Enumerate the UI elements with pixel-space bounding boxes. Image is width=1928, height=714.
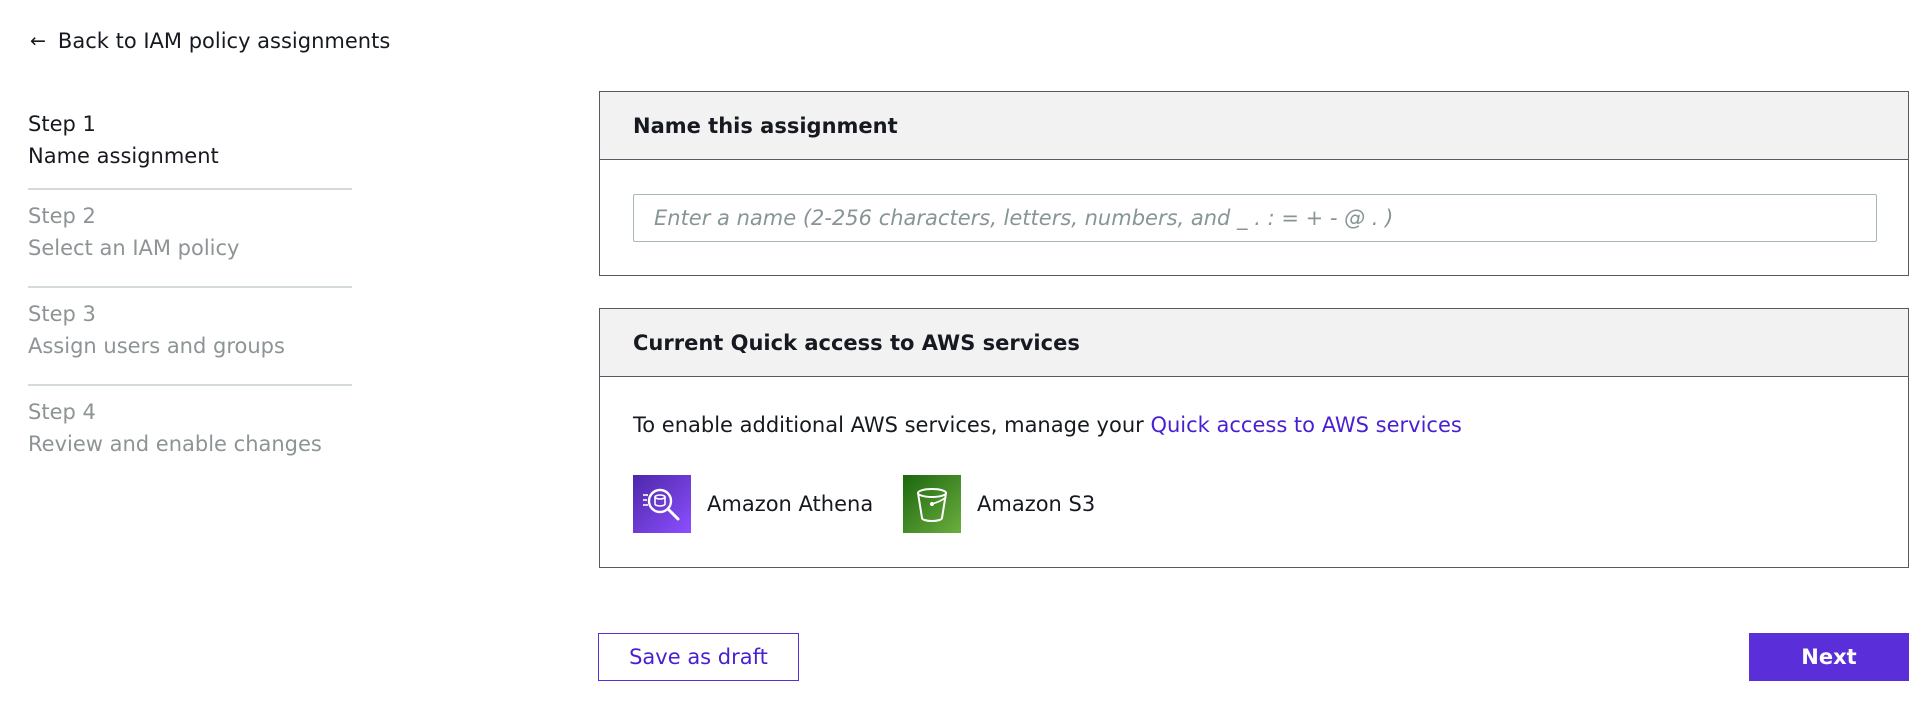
back-link-label: Back to IAM policy assignments xyxy=(57,29,391,53)
step-title: Assign users and groups xyxy=(28,334,285,358)
step-3: Step 3 Assign users and groups xyxy=(28,288,352,386)
service-name: Amazon Athena xyxy=(707,492,874,516)
step-number: Step 1 xyxy=(28,112,96,136)
back-to-assignments-link[interactable]: ← Back to IAM policy assignments xyxy=(30,27,390,55)
assignment-name-input[interactable] xyxy=(633,194,1877,242)
step-2: Step 2 Select an IAM policy xyxy=(28,190,352,288)
step-1: Step 1 Name assignment xyxy=(28,100,352,190)
save-as-draft-button[interactable]: Save as draft xyxy=(598,633,799,681)
services-description: To enable additional AWS services, manag… xyxy=(633,413,1462,437)
services-description-text: To enable additional AWS services, manag… xyxy=(633,413,1151,437)
next-button[interactable]: Next xyxy=(1749,633,1909,681)
step-title: Review and enable changes xyxy=(28,432,322,456)
step-4: Step 4 Review and enable changes xyxy=(28,386,352,484)
step-number: Step 3 xyxy=(28,302,96,326)
panel-title: Current Quick access to AWS services xyxy=(600,309,1908,377)
arrow-left-icon: ← xyxy=(30,29,46,52)
step-title: Name assignment xyxy=(28,144,219,168)
quick-access-link[interactable]: Quick access to AWS services xyxy=(1150,413,1461,437)
step-title: Select an IAM policy xyxy=(28,236,240,260)
service-name: Amazon S3 xyxy=(977,492,1096,516)
step-number: Step 4 xyxy=(28,400,96,424)
panel-title: Name this assignment xyxy=(600,92,1908,160)
amazon-s3-icon xyxy=(903,475,961,533)
step-number: Step 2 xyxy=(28,204,96,228)
name-assignment-panel: Name this assignment xyxy=(599,91,1909,276)
amazon-athena-icon xyxy=(633,475,691,533)
service-amazon-athena: Amazon Athena xyxy=(633,475,873,533)
quick-access-panel: Current Quick access to AWS services To … xyxy=(599,308,1909,568)
wizard-steps: Step 1 Name assignment Step 2 Select an … xyxy=(28,100,352,484)
service-amazon-s3: Amazon S3 xyxy=(903,475,1095,533)
